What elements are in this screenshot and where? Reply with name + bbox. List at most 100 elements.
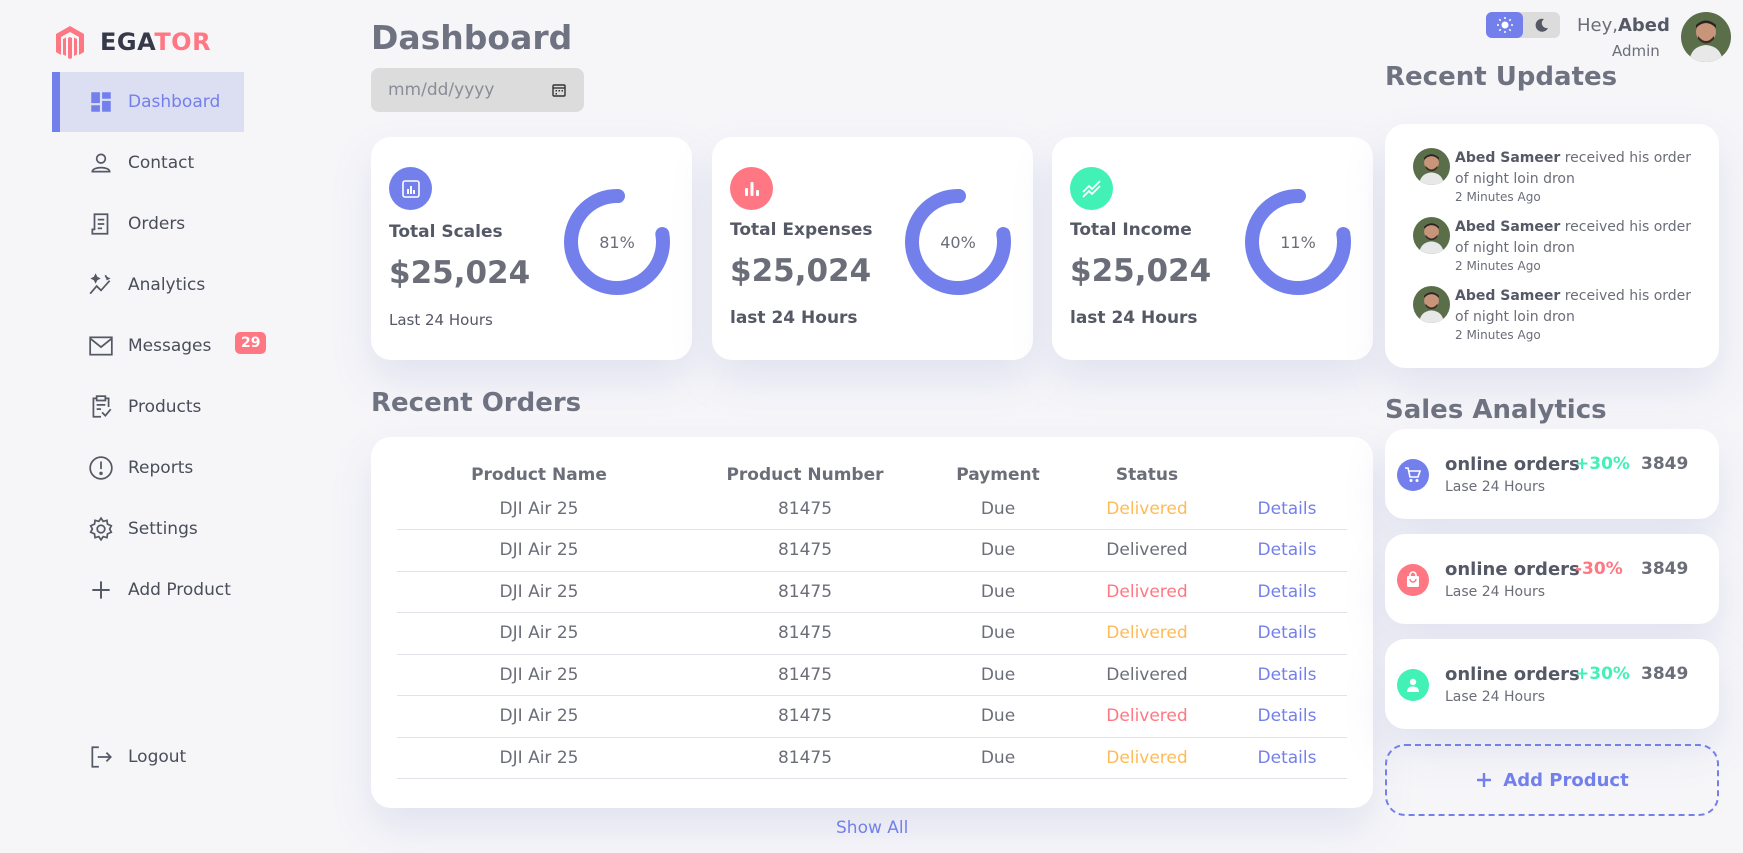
recent-updates-card: Abed Sameer received his order of night … xyxy=(1385,124,1719,368)
kpi-value: $25,024 xyxy=(389,255,531,291)
light-mode-icon[interactable] xyxy=(1486,12,1523,38)
person-icon xyxy=(1397,669,1429,701)
add-product-button[interactable]: Add Product xyxy=(1385,744,1719,816)
sa-percent: -30% xyxy=(1575,559,1623,579)
cell-payment: Due xyxy=(929,654,1067,696)
logout-button[interactable]: Logout xyxy=(52,727,244,787)
cell-status: Delivered xyxy=(1067,654,1227,696)
cell-product-number: 81475 xyxy=(681,737,929,779)
details-link[interactable]: Details xyxy=(1227,529,1347,572)
cell-status: Delivered xyxy=(1067,612,1227,655)
mail-icon xyxy=(89,336,113,356)
column-header-empty xyxy=(1227,461,1347,488)
column-header: Status xyxy=(1115,464,1179,485)
sidebar-item-label: Dashboard xyxy=(128,92,221,112)
sidebar-item-add-product[interactable]: Add Product xyxy=(52,560,244,620)
update-message: Abed Sameer received his order of night … xyxy=(1455,219,1692,256)
cell-product-number: 81475 xyxy=(681,488,929,530)
add-product-label: Add Product xyxy=(1503,769,1629,791)
table-row: DJI Air 25 81475 Due Delivered Details xyxy=(397,654,1347,696)
theme-toggle[interactable] xyxy=(1486,12,1560,38)
kpi-value: $25,024 xyxy=(730,253,872,289)
avatar xyxy=(1413,286,1450,323)
insights-icon xyxy=(89,273,111,295)
sidebar-item-dashboard[interactable]: Dashboard xyxy=(52,72,244,132)
gear-icon xyxy=(89,516,113,542)
sales-analytics-item: online orders Lase 24 Hours +30% 3849 xyxy=(1385,639,1719,729)
alert-circle-icon xyxy=(89,456,113,480)
sa-count: 3849 xyxy=(1641,664,1689,684)
cell-payment: Due xyxy=(929,737,1067,779)
date-input[interactable]: mm/dd/yyyy xyxy=(371,68,584,112)
table-row: DJI Air 25 81475 Due Delivered Details xyxy=(397,612,1347,655)
sidebar-item-label: Messages xyxy=(128,336,212,356)
brand-name: EGATOR xyxy=(100,28,212,56)
table-row: DJI Air 25 81475 Due Delivered Details xyxy=(397,695,1347,738)
details-link[interactable]: Details xyxy=(1227,695,1347,738)
sidebar-item-reports[interactable]: Reports xyxy=(52,438,244,498)
profile-role: Admin xyxy=(1612,42,1660,60)
cart-icon xyxy=(1397,459,1429,491)
sa-sub: Lase 24 Hours xyxy=(1445,479,1546,495)
profile-greeting: Hey,Abed xyxy=(1577,15,1670,36)
cell-product-name: DJI Air 25 xyxy=(397,654,681,696)
sidebar-item-label: Analytics xyxy=(128,275,206,295)
dark-mode-icon[interactable] xyxy=(1523,12,1560,38)
sidebar-item-contact[interactable]: Contact xyxy=(52,133,244,193)
sidebar-item-label: Reports xyxy=(128,458,194,478)
progress-percent: 81% xyxy=(599,232,635,252)
table-row: DJI Air 25 81475 Due Delivered Details xyxy=(397,529,1347,572)
kpi-card-total-sales: Total Scales $25,024 Last 24 Hours 81% xyxy=(371,137,692,360)
show-all-link[interactable]: Show All xyxy=(836,818,908,838)
sales-analytics-item: online orders Lase 24 Hours -30% 3849 xyxy=(1385,534,1719,624)
trending-icon xyxy=(1070,167,1113,210)
kpi-card-total-expenses: Total Expenses $25,024 last 24 Hours 40% xyxy=(712,137,1033,360)
cell-payment: Due xyxy=(929,529,1067,572)
table-row: DJI Air 25 81475 Due Delivered Details xyxy=(397,737,1347,779)
sidebar-item-messages[interactable]: Messages 29 xyxy=(52,316,267,376)
sidebar-item-analytics[interactable]: Analytics xyxy=(52,255,244,315)
details-link[interactable]: Details xyxy=(1227,737,1347,779)
sidebar-item-settings[interactable]: Settings xyxy=(52,499,244,559)
cell-product-number: 81475 xyxy=(681,571,929,613)
cell-status: Delivered xyxy=(1067,488,1227,530)
avatar[interactable] xyxy=(1681,12,1731,62)
sa-count: 3849 xyxy=(1641,454,1689,474)
details-link[interactable]: Details xyxy=(1227,488,1347,530)
sidebar-item-orders[interactable]: Orders xyxy=(52,194,244,254)
avatar xyxy=(1413,217,1450,254)
person-icon xyxy=(91,153,111,173)
sidebar-item-products[interactable]: Products xyxy=(52,377,244,437)
brand-logo[interactable]: EGATOR xyxy=(52,24,211,60)
update-time: 2 Minutes Ago xyxy=(1455,190,1541,204)
column-header: Product Name xyxy=(471,464,607,485)
cell-product-name: DJI Air 25 xyxy=(397,529,681,572)
cell-product-number: 81475 xyxy=(681,654,929,696)
orders-table: Product Name Product Number Payment Stat… xyxy=(397,461,1347,779)
grid-icon xyxy=(91,92,111,112)
cell-status: Delivered xyxy=(1067,571,1227,613)
calendar-icon[interactable] xyxy=(551,82,567,98)
sidebar-item-label: Products xyxy=(128,397,202,417)
clipboard-check-icon xyxy=(92,395,112,418)
details-link[interactable]: Details xyxy=(1227,571,1347,613)
sidebar-item-label: Settings xyxy=(128,519,198,539)
sidebar-item-label: Orders xyxy=(128,214,186,234)
cell-status: Delivered xyxy=(1067,695,1227,738)
progress-percent: 40% xyxy=(940,232,976,252)
table-row: DJI Air 25 81475 Due Delivered Details xyxy=(397,571,1347,613)
column-header: Product Number xyxy=(726,464,884,485)
kpi-value: $25,024 xyxy=(1070,253,1212,289)
kpi-sub: Last 24 Hours xyxy=(389,311,493,329)
cell-status: Delivered xyxy=(1067,737,1227,779)
bar-chart-icon xyxy=(730,167,773,210)
update-message: Abed Sameer received his order of night … xyxy=(1455,288,1692,325)
sa-title: online orders xyxy=(1445,454,1580,475)
plus-icon xyxy=(92,581,110,599)
cell-product-name: DJI Air 25 xyxy=(397,695,681,738)
sidebar-item-label: Add Product xyxy=(128,580,231,600)
sa-sub: Lase 24 Hours xyxy=(1445,584,1546,600)
details-link[interactable]: Details xyxy=(1227,654,1347,696)
details-link[interactable]: Details xyxy=(1227,612,1347,655)
sa-title: online orders xyxy=(1445,664,1580,685)
